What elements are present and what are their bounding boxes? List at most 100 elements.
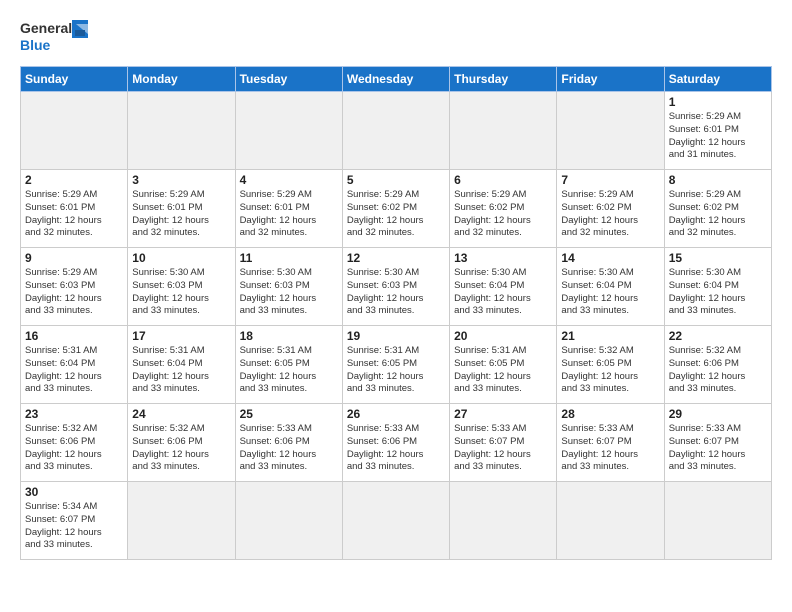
calendar-week-row: 9 Sunrise: 5:29 AMSunset: 6:03 PMDaylight…	[21, 248, 772, 326]
day-info: Sunrise: 5:29 AMSunset: 6:02 PMDaylight:…	[561, 189, 659, 240]
calendar-cell: 6Sunrise: 5:29 AMSunset: 6:02 PMDaylight…	[450, 170, 557, 248]
svg-text:General: General	[20, 20, 72, 36]
day-info: Sunrise: 5:29 AMSunset: 6:01 PMDaylight:…	[25, 189, 123, 240]
calendar-cell: 27 Sunrise: 5:33 AMSunset: 6:07 PMDayligh…	[450, 404, 557, 482]
day-number: 3	[132, 173, 230, 187]
day-info: Sunrise: 5:31 AMSunset: 6:05 PMDaylight:…	[347, 345, 445, 396]
calendar-cell	[557, 482, 664, 560]
weekday-header-thursday: Thursday	[450, 67, 557, 92]
calendar-cell: 9 Sunrise: 5:29 AMSunset: 6:03 PMDaylight…	[21, 248, 128, 326]
calendar-cell: 11 Sunrise: 5:30 AMSunset: 6:03 PMDayligh…	[235, 248, 342, 326]
generalblue-logo: General Blue	[20, 16, 90, 60]
day-number: 28	[561, 407, 659, 421]
header: General Blue	[20, 16, 772, 60]
day-info: Sunrise: 5:32 AMSunset: 6:06 PMDaylight:…	[25, 423, 123, 474]
calendar-header: SundayMondayTuesdayWednesdayThursdayFrid…	[21, 67, 772, 92]
day-info: Sunrise: 5:30 AMSunset: 6:04 PMDaylight:…	[669, 267, 767, 318]
day-number: 19	[347, 329, 445, 343]
day-number: 16	[25, 329, 123, 343]
weekday-header-friday: Friday	[557, 67, 664, 92]
calendar-week-row: 30Sunrise: 5:34 AMSunset: 6:07 PMDayligh…	[21, 482, 772, 560]
calendar-table: SundayMondayTuesdayWednesdayThursdayFrid…	[20, 66, 772, 560]
calendar-cell: 24Sunrise: 5:32 AMSunset: 6:06 PMDayligh…	[128, 404, 235, 482]
day-number: 15	[669, 251, 767, 265]
calendar-week-row: 16 Sunrise: 5:31 AMSunset: 6:04 PMDayligh…	[21, 326, 772, 404]
day-info: Sunrise: 5:29 AMSunset: 6:03 PMDaylight:…	[25, 267, 123, 318]
day-number: 14	[561, 251, 659, 265]
page-wrapper: General Blue SundayMondayTuesdayWednesda…	[20, 16, 772, 560]
calendar-cell: 5Sunrise: 5:29 AMSunset: 6:02 PMDaylight…	[342, 170, 449, 248]
calendar-cell: 4 Sunrise: 5:29 AMSunset: 6:01 PMDaylight…	[235, 170, 342, 248]
svg-text:Blue: Blue	[20, 37, 51, 53]
day-number: 21	[561, 329, 659, 343]
day-info: Sunrise: 5:31 AMSunset: 6:05 PMDaylight:…	[454, 345, 552, 396]
calendar-cell: 29 Sunrise: 5:33 AMSunset: 6:07 PMDayligh…	[664, 404, 771, 482]
weekday-header-sunday: Sunday	[21, 67, 128, 92]
day-number: 1	[669, 95, 767, 109]
calendar-cell: 21Sunrise: 5:32 AMSunset: 6:05 PMDayligh…	[557, 326, 664, 404]
calendar-cell: 8Sunrise: 5:29 AMSunset: 6:02 PMDaylight…	[664, 170, 771, 248]
weekday-header-monday: Monday	[128, 67, 235, 92]
calendar-cell: 18Sunrise: 5:31 AMSunset: 6:05 PMDayligh…	[235, 326, 342, 404]
day-number: 20	[454, 329, 552, 343]
calendar-cell	[128, 482, 235, 560]
day-info: Sunrise: 5:29 AMSunset: 6:01 PMDaylight:…	[240, 189, 338, 240]
day-number: 8	[669, 173, 767, 187]
day-info: Sunrise: 5:31 AMSunset: 6:04 PMDaylight:…	[132, 345, 230, 396]
calendar-week-row: 1Sunrise: 5:29 AMSunset: 6:01 PMDaylight…	[21, 92, 772, 170]
day-number: 4	[240, 173, 338, 187]
calendar-cell: 15 Sunrise: 5:30 AMSunset: 6:04 PMDayligh…	[664, 248, 771, 326]
weekday-header-tuesday: Tuesday	[235, 67, 342, 92]
day-number: 17	[132, 329, 230, 343]
calendar-body: 1 Sunrise: 5:29 AMSunset: 6:01 PMDaylight…	[21, 92, 772, 560]
day-number: 11	[240, 251, 338, 265]
calendar-cell: 26 Sunrise: 5:33 AMSunset: 6:06 PMDayligh…	[342, 404, 449, 482]
weekday-header-saturday: Saturday	[664, 67, 771, 92]
calendar-week-row: 23 Sunrise: 5:32 AMSunset: 6:06 PMDayligh…	[21, 404, 772, 482]
calendar-cell	[664, 482, 771, 560]
calendar-cell: 7Sunrise: 5:29 AMSunset: 6:02 PMDaylight…	[557, 170, 664, 248]
day-number: 29	[669, 407, 767, 421]
day-info: Sunrise: 5:29 AMSunset: 6:01 PMDaylight:…	[132, 189, 230, 240]
calendar-cell: 30Sunrise: 5:34 AMSunset: 6:07 PMDayligh…	[21, 482, 128, 560]
weekday-header-row: SundayMondayTuesdayWednesdayThursdayFrid…	[21, 67, 772, 92]
day-number: 13	[454, 251, 552, 265]
day-info: Sunrise: 5:32 AMSunset: 6:06 PMDaylight:…	[132, 423, 230, 474]
day-info: Sunrise: 5:30 AMSunset: 6:03 PMDaylight:…	[347, 267, 445, 318]
calendar-cell: 3 Sunrise: 5:29 AMSunset: 6:01 PMDaylight…	[128, 170, 235, 248]
day-info: Sunrise: 5:30 AMSunset: 6:04 PMDaylight:…	[454, 267, 552, 318]
day-info: Sunrise: 5:33 AMSunset: 6:07 PMDaylight:…	[454, 423, 552, 474]
calendar-cell: 20 Sunrise: 5:31 AMSunset: 6:05 PMDayligh…	[450, 326, 557, 404]
day-number: 26	[347, 407, 445, 421]
day-number: 10	[132, 251, 230, 265]
calendar-week-row: 2 Sunrise: 5:29 AMSunset: 6:01 PMDaylight…	[21, 170, 772, 248]
day-number: 2	[25, 173, 123, 187]
calendar-cell: 12 Sunrise: 5:30 AMSunset: 6:03 PMDayligh…	[342, 248, 449, 326]
day-number: 27	[454, 407, 552, 421]
calendar-cell	[342, 482, 449, 560]
day-number: 12	[347, 251, 445, 265]
day-number: 6	[454, 173, 552, 187]
day-info: Sunrise: 5:30 AMSunset: 6:03 PMDaylight:…	[132, 267, 230, 318]
day-info: Sunrise: 5:29 AMSunset: 6:02 PMDaylight:…	[347, 189, 445, 240]
day-info: Sunrise: 5:32 AMSunset: 6:06 PMDaylight:…	[669, 345, 767, 396]
day-info: Sunrise: 5:30 AMSunset: 6:03 PMDaylight:…	[240, 267, 338, 318]
day-info: Sunrise: 5:33 AMSunset: 6:06 PMDaylight:…	[347, 423, 445, 474]
calendar-cell: 25 Sunrise: 5:33 AMSunset: 6:06 PMDayligh…	[235, 404, 342, 482]
calendar-cell	[450, 482, 557, 560]
calendar-cell: 13 Sunrise: 5:30 AMSunset: 6:04 PMDayligh…	[450, 248, 557, 326]
calendar-cell	[342, 92, 449, 170]
day-number: 22	[669, 329, 767, 343]
calendar-cell: 17 Sunrise: 5:31 AMSunset: 6:04 PMDayligh…	[128, 326, 235, 404]
day-info: Sunrise: 5:33 AMSunset: 6:07 PMDaylight:…	[669, 423, 767, 474]
day-number: 9	[25, 251, 123, 265]
day-info: Sunrise: 5:34 AMSunset: 6:07 PMDaylight:…	[25, 501, 123, 552]
calendar-cell: 22 Sunrise: 5:32 AMSunset: 6:06 PMDayligh…	[664, 326, 771, 404]
day-number: 25	[240, 407, 338, 421]
day-number: 23	[25, 407, 123, 421]
calendar-cell	[235, 482, 342, 560]
calendar-cell: 14Sunrise: 5:30 AMSunset: 6:04 PMDayligh…	[557, 248, 664, 326]
day-number: 18	[240, 329, 338, 343]
day-info: Sunrise: 5:33 AMSunset: 6:06 PMDaylight:…	[240, 423, 338, 474]
day-info: Sunrise: 5:31 AMSunset: 6:04 PMDaylight:…	[25, 345, 123, 396]
